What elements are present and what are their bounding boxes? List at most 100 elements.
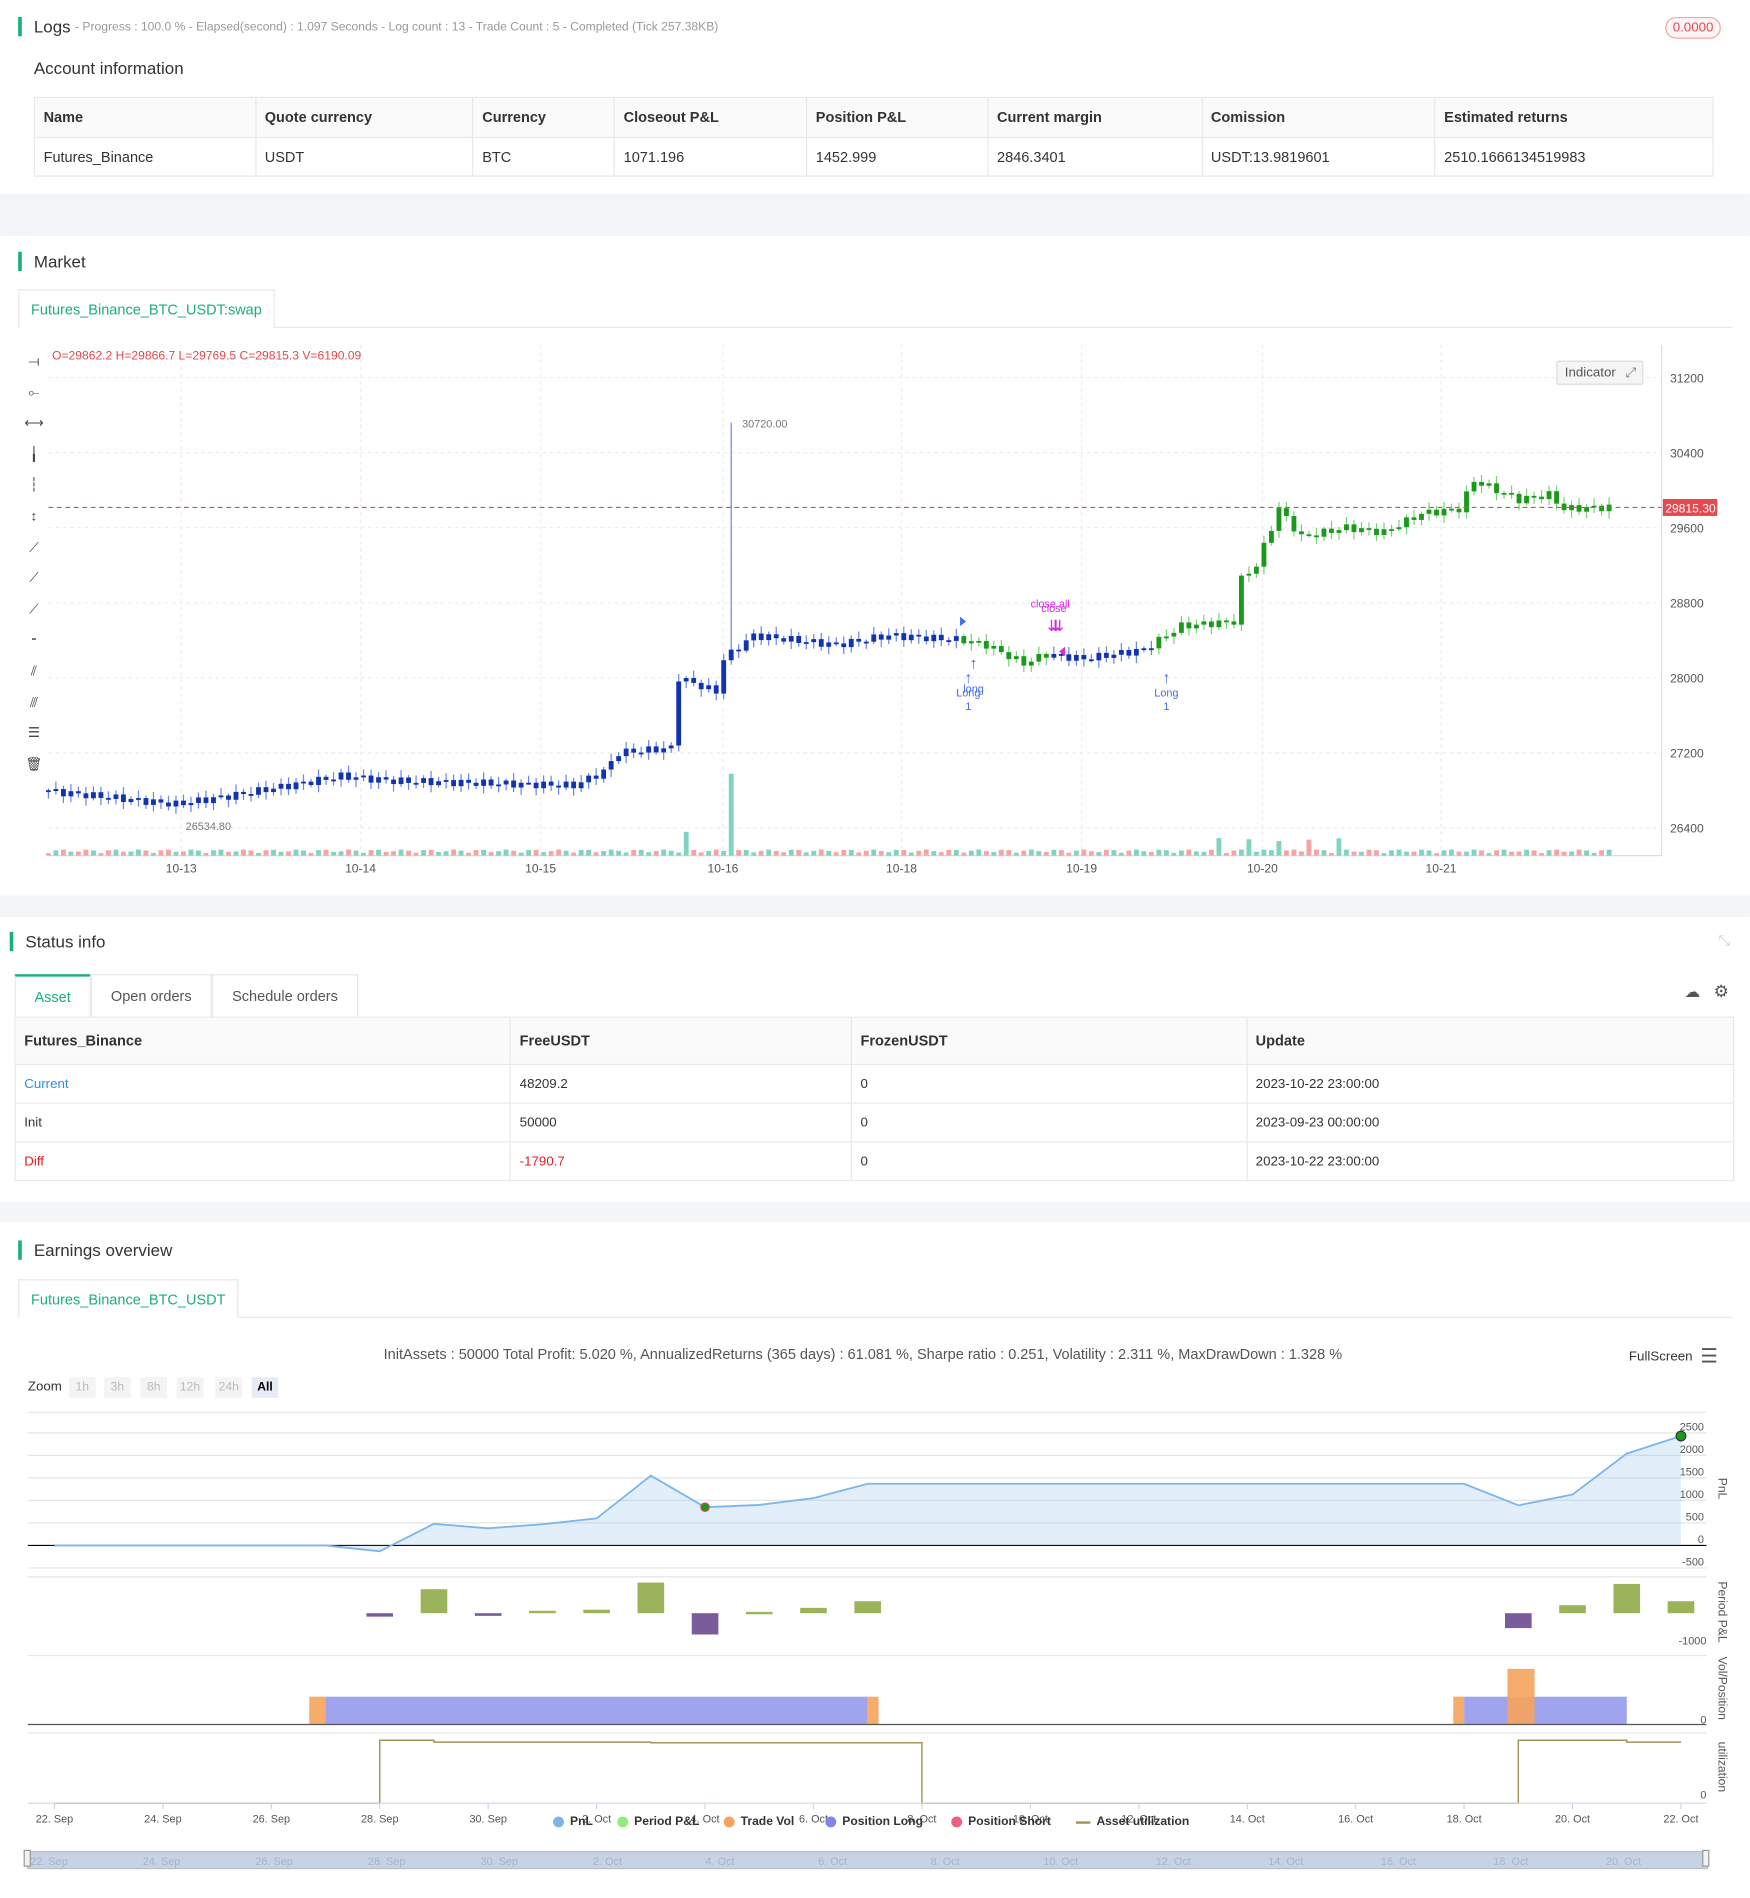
zoom-button-All[interactable]: All	[251, 1377, 279, 1398]
legend-item[interactable]: Asset utilization	[1075, 1815, 1189, 1829]
account-cell: 1452.999	[806, 137, 987, 176]
navigator-label: 18. Oct	[1493, 1856, 1528, 1868]
x-tick-label: 10-13	[166, 862, 197, 876]
column-header: Update	[1245, 1017, 1734, 1064]
candle-body	[1103, 652, 1109, 658]
candle-body	[893, 633, 899, 636]
volume-bar	[1516, 851, 1522, 856]
candle-body	[1284, 508, 1289, 517]
candle-body	[533, 782, 539, 789]
volume-bar	[1021, 850, 1027, 856]
volume-bar	[1584, 850, 1589, 856]
account-info-title: Account information	[33, 58, 184, 78]
legend-label: Position Short	[968, 1815, 1051, 1829]
candle-body	[1351, 524, 1357, 533]
volume-bar	[1051, 849, 1057, 856]
candle-body	[1223, 620, 1229, 623]
table-cell: 0	[850, 1064, 1246, 1103]
volume-bar	[1539, 853, 1544, 856]
navigator-label: 24. Sep	[143, 1856, 181, 1868]
tab-earnings-symbol[interactable]: Futures_Binance_BTC_USDT	[18, 1279, 239, 1318]
x-tick-label: 22. Oct	[1663, 1814, 1698, 1826]
candle-body	[1193, 624, 1199, 629]
zoom-button-1h[interactable]: 1h	[68, 1377, 96, 1398]
candle-body	[1471, 481, 1477, 492]
collapse-icon[interactable]: ⤡	[1718, 932, 1730, 950]
candle-body	[331, 779, 336, 782]
zoom-button-3h[interactable]: 3h	[104, 1377, 131, 1398]
volume-bar	[691, 849, 697, 856]
expand-icon[interactable]: ⤢	[1626, 365, 1637, 381]
legend-item[interactable]: PnL	[553, 1815, 593, 1829]
volume-bar	[1088, 851, 1094, 856]
tab-schedule-orders[interactable]: Schedule orders	[211, 974, 359, 1017]
candle-body	[1118, 650, 1124, 655]
tab-market-symbol[interactable]: Futures_Binance_BTC_USDT:swap	[18, 289, 275, 328]
table-row: Init 50000 0 2023-09-23 00:00:00	[15, 1102, 1734, 1142]
volume-bar	[578, 850, 584, 856]
long-arrow-icon: ↑	[1162, 670, 1170, 687]
entry-marker-icon	[960, 616, 967, 627]
candle-body	[473, 782, 479, 786]
table-cell: 2023-09-23 00:00:00	[1245, 1103, 1733, 1142]
volume-bar	[991, 852, 997, 856]
volume-bar	[196, 850, 201, 856]
volume-bar	[1141, 851, 1147, 856]
settings-icon[interactable]: ⚙	[1714, 981, 1729, 1002]
candle-body	[1186, 622, 1192, 629]
candle-body	[1178, 622, 1184, 633]
zoom-button-12h[interactable]: 12h	[176, 1377, 204, 1398]
tab-open-orders[interactable]: Open orders	[90, 974, 212, 1017]
zoom-button-8h[interactable]: 8h	[140, 1377, 168, 1398]
candle-body	[653, 746, 659, 753]
x-tick-label: 18. Oct	[1447, 1814, 1482, 1826]
zoom-button-24h[interactable]: 24h	[215, 1377, 243, 1398]
candle-body	[338, 772, 344, 780]
volume-bar	[953, 850, 959, 856]
candle-body	[286, 783, 291, 790]
volume-bar	[983, 851, 989, 856]
volume-bar	[938, 852, 944, 856]
volume-bar	[698, 852, 704, 856]
volume-bar	[353, 850, 359, 856]
x-tick-label: 6. Oct	[799, 1814, 828, 1826]
fullscreen-button[interactable]: FullScreen	[1629, 1349, 1693, 1364]
volume-bar	[368, 850, 374, 856]
tab-asset[interactable]: Asset	[14, 974, 91, 1017]
candle-body	[1494, 483, 1499, 494]
asset-table: Futures_Binance FreeUSDT FrozenUSDT Update C…	[14, 1016, 1735, 1182]
candle-body	[481, 779, 487, 786]
account-column-header: Current margin	[987, 98, 1202, 137]
column-header: FrozenUSDT	[850, 1017, 1246, 1064]
candle-body	[316, 776, 321, 786]
legend-item[interactable]: Position Short	[951, 1815, 1051, 1829]
indicator-button[interactable]: Indicator ⤢	[1556, 360, 1644, 385]
candle-body	[248, 794, 254, 796]
menu-icon[interactable]: ☰	[1700, 1345, 1717, 1369]
legend-item[interactable]: Trade Vol	[723, 1815, 794, 1829]
volume-bar	[661, 849, 667, 856]
trade-vol-bar	[309, 1696, 326, 1725]
navigator-label: 2. Oct	[593, 1856, 622, 1868]
candle-body	[406, 777, 411, 783]
volume-bar	[98, 853, 104, 856]
legend-item[interactable]: Position Long	[825, 1815, 923, 1829]
period-pnl-bar	[529, 1610, 556, 1614]
position-long-bar	[1464, 1696, 1627, 1725]
cloud-download-icon[interactable]: ☁	[1685, 983, 1701, 1002]
volume-bar	[593, 852, 599, 856]
candle-body	[1081, 654, 1087, 660]
candle-body	[1524, 495, 1529, 504]
candle-body	[916, 634, 922, 637]
x-tick-label: 10-19	[1066, 862, 1097, 876]
volume-bar	[526, 850, 532, 856]
trade-marker	[700, 1502, 710, 1512]
candle-body	[856, 638, 862, 642]
navigator-right-handle[interactable]	[1702, 1849, 1710, 1867]
legend-item[interactable]: Period P&L	[617, 1815, 699, 1829]
candlestick-chart[interactable]: 31200 30400 29600 28800 28000 27200 26400 10-13…	[0, 339, 1750, 896]
volume-bar	[428, 849, 434, 856]
candle-body	[968, 641, 974, 644]
y-tick-label: 30400	[1670, 446, 1704, 460]
account-column-header: Closeout P&L	[613, 98, 807, 137]
